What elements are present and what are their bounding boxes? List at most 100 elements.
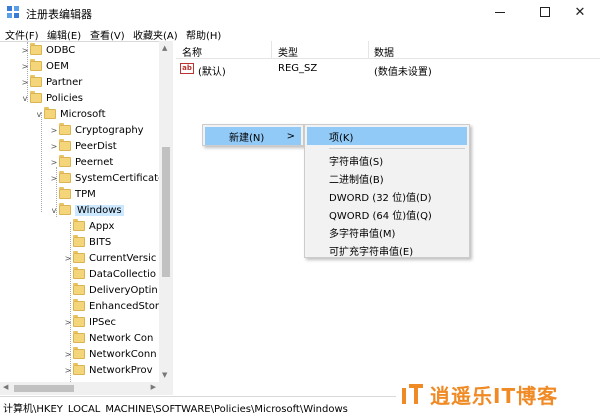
close-button[interactable]: ✕ (560, 0, 600, 24)
submenu-item-label: 可扩充字符串值(E) (329, 246, 414, 258)
tree-item-label: Network Con (89, 332, 154, 344)
submenu-item-dword[interactable]: DWORD (32 位)值(D) (307, 187, 467, 205)
column-name-header[interactable]: 名称 (182, 44, 202, 59)
expander-icon[interactable]: > (49, 138, 59, 154)
tree-item-label: Cryptography (75, 124, 144, 136)
submenu-item-qword[interactable]: QWORD (64 位)值(Q) (307, 205, 467, 223)
menu-bar: 文件(F) 编辑(E) 查看(V) 收藏夹(A) 帮助(H) (0, 24, 600, 42)
tree-item[interactable]: DeliveryOptin (63, 282, 158, 298)
tree-item[interactable]: > Partner (20, 74, 82, 90)
column-divider[interactable] (368, 41, 369, 59)
tree-item-label: TPM (75, 188, 96, 200)
expander-icon[interactable] (49, 186, 59, 202)
tree-item[interactable]: > Peernet (49, 154, 113, 170)
scroll-right-icon[interactable]: ▶ (151, 383, 156, 391)
scroll-left-icon[interactable]: ◀ (3, 383, 8, 391)
tree-item[interactable]: > Cryptography (49, 122, 144, 138)
folder-icon (59, 123, 71, 135)
column-divider[interactable] (271, 41, 272, 59)
expander-icon[interactable] (63, 218, 73, 234)
expander-icon[interactable]: > (63, 250, 73, 266)
tree-item[interactable]: EnhancedStor (63, 298, 159, 314)
tree-item[interactable]: > SystemCertificate (49, 170, 164, 186)
tree-item-label: EnhancedStor (89, 300, 159, 312)
minimize-button[interactable] (480, 0, 520, 24)
tree-item[interactable]: v Microsoft (34, 106, 106, 122)
column-type-header[interactable]: 类型 (278, 44, 298, 59)
value-type: REG_SZ (278, 63, 318, 74)
folder-icon (30, 59, 42, 71)
expander-icon[interactable] (63, 282, 73, 298)
folder-icon (44, 107, 56, 119)
tree-item[interactable]: > NetworkProv (63, 362, 153, 378)
expander-icon[interactable]: > (49, 122, 59, 138)
submenu-item-binary[interactable]: 二进制值(B) (307, 169, 467, 187)
tree-item[interactable]: TPM (49, 186, 96, 202)
tree-horizontal-scrollbar[interactable]: ◀ ▶ (0, 382, 173, 395)
submenu-item-multi-string[interactable]: 多字符串值(M) (307, 223, 467, 241)
expander-icon[interactable]: > (49, 154, 59, 170)
scroll-thumb[interactable] (14, 385, 74, 392)
tree-item[interactable]: v Policies (20, 90, 83, 106)
tree-item-label: Appx (89, 220, 115, 232)
folder-icon (73, 219, 85, 231)
expander-icon[interactable]: > (63, 362, 73, 378)
tree-item[interactable]: > PeerDist (49, 138, 117, 154)
expander-icon[interactable] (63, 298, 73, 314)
value-name: (默认) (198, 67, 226, 78)
scroll-up-icon[interactable]: ▲ (162, 44, 167, 52)
scroll-thumb[interactable] (162, 147, 170, 277)
menu-edit[interactable]: 编辑(E) (47, 27, 81, 42)
submenu-arrow-icon: > (286, 130, 295, 142)
tree-item[interactable]: > OEM (20, 58, 69, 74)
submenu-item-label: DWORD (32 位)值(D) (329, 192, 432, 204)
expander-icon[interactable]: > (20, 58, 30, 74)
maximize-button[interactable] (525, 0, 565, 24)
tree-item[interactable]: > CurrentVersic (63, 250, 156, 266)
list-header: 名称 类型 数据 (176, 41, 600, 59)
submenu-item-expandable-string[interactable]: 可扩充字符串值(E) (307, 241, 467, 259)
submenu-item-label: 字符串值(S) (329, 156, 384, 168)
watermark-text: 逍遥乐IT博客 (430, 383, 559, 408)
title-bar: 注册表编辑器 ✕ (0, 0, 600, 24)
scroll-down-icon[interactable]: ▼ (162, 371, 167, 379)
folder-icon (59, 203, 71, 215)
expander-icon[interactable]: > (20, 42, 30, 58)
expander-icon[interactable] (63, 330, 73, 346)
tree-item[interactable]: Network Con (63, 330, 153, 346)
menu-file[interactable]: 文件(F) (5, 27, 39, 42)
folder-icon (73, 299, 85, 311)
menu-view[interactable]: 查看(V) (90, 27, 125, 42)
tree-item[interactable]: Appx (63, 218, 114, 234)
menu-help[interactable]: 帮助(H) (186, 27, 221, 42)
submenu-item-label: 二进制值(B) (329, 174, 384, 186)
menu-item-new[interactable]: 新建(N) > (205, 127, 301, 145)
expander-icon[interactable]: > (20, 74, 30, 90)
tree-item-selected[interactable]: v Windows (49, 202, 124, 218)
close-icon: ✕ (574, 4, 586, 20)
submenu-item-key[interactable]: 项(K) (307, 127, 467, 145)
expander-icon[interactable] (63, 266, 73, 282)
expander-icon[interactable]: > (49, 170, 59, 186)
tree-item[interactable]: BITS (63, 234, 111, 250)
column-data-header[interactable]: 数据 (374, 44, 394, 59)
folder-icon (59, 171, 71, 183)
folder-icon (73, 331, 85, 343)
tree-item[interactable]: > NetworkConn (63, 346, 157, 362)
tree-item[interactable]: > IPSec (63, 314, 116, 330)
menu-favorites[interactable]: 收藏夹(A) (133, 27, 178, 42)
expander-icon[interactable]: v (34, 106, 44, 122)
tree-item[interactable]: > ODBC (20, 42, 75, 58)
expander-icon[interactable]: v (20, 90, 30, 106)
expander-icon[interactable]: > (63, 314, 73, 330)
string-value-icon: ab (180, 63, 194, 74)
tree-item[interactable]: DataCollectio (63, 266, 156, 282)
expander-icon[interactable] (63, 234, 73, 250)
list-row[interactable]: ab (默认) REG_SZ (数值未设置) (176, 61, 600, 78)
expander-icon[interactable]: > (63, 346, 73, 362)
tree-vertical-scrollbar[interactable]: ▲ ▼ (159, 41, 173, 382)
folder-icon (30, 75, 42, 87)
submenu-item-string[interactable]: 字符串值(S) (307, 151, 467, 169)
expander-icon[interactable]: v (49, 202, 59, 218)
window-title: 注册表编辑器 (26, 8, 92, 21)
